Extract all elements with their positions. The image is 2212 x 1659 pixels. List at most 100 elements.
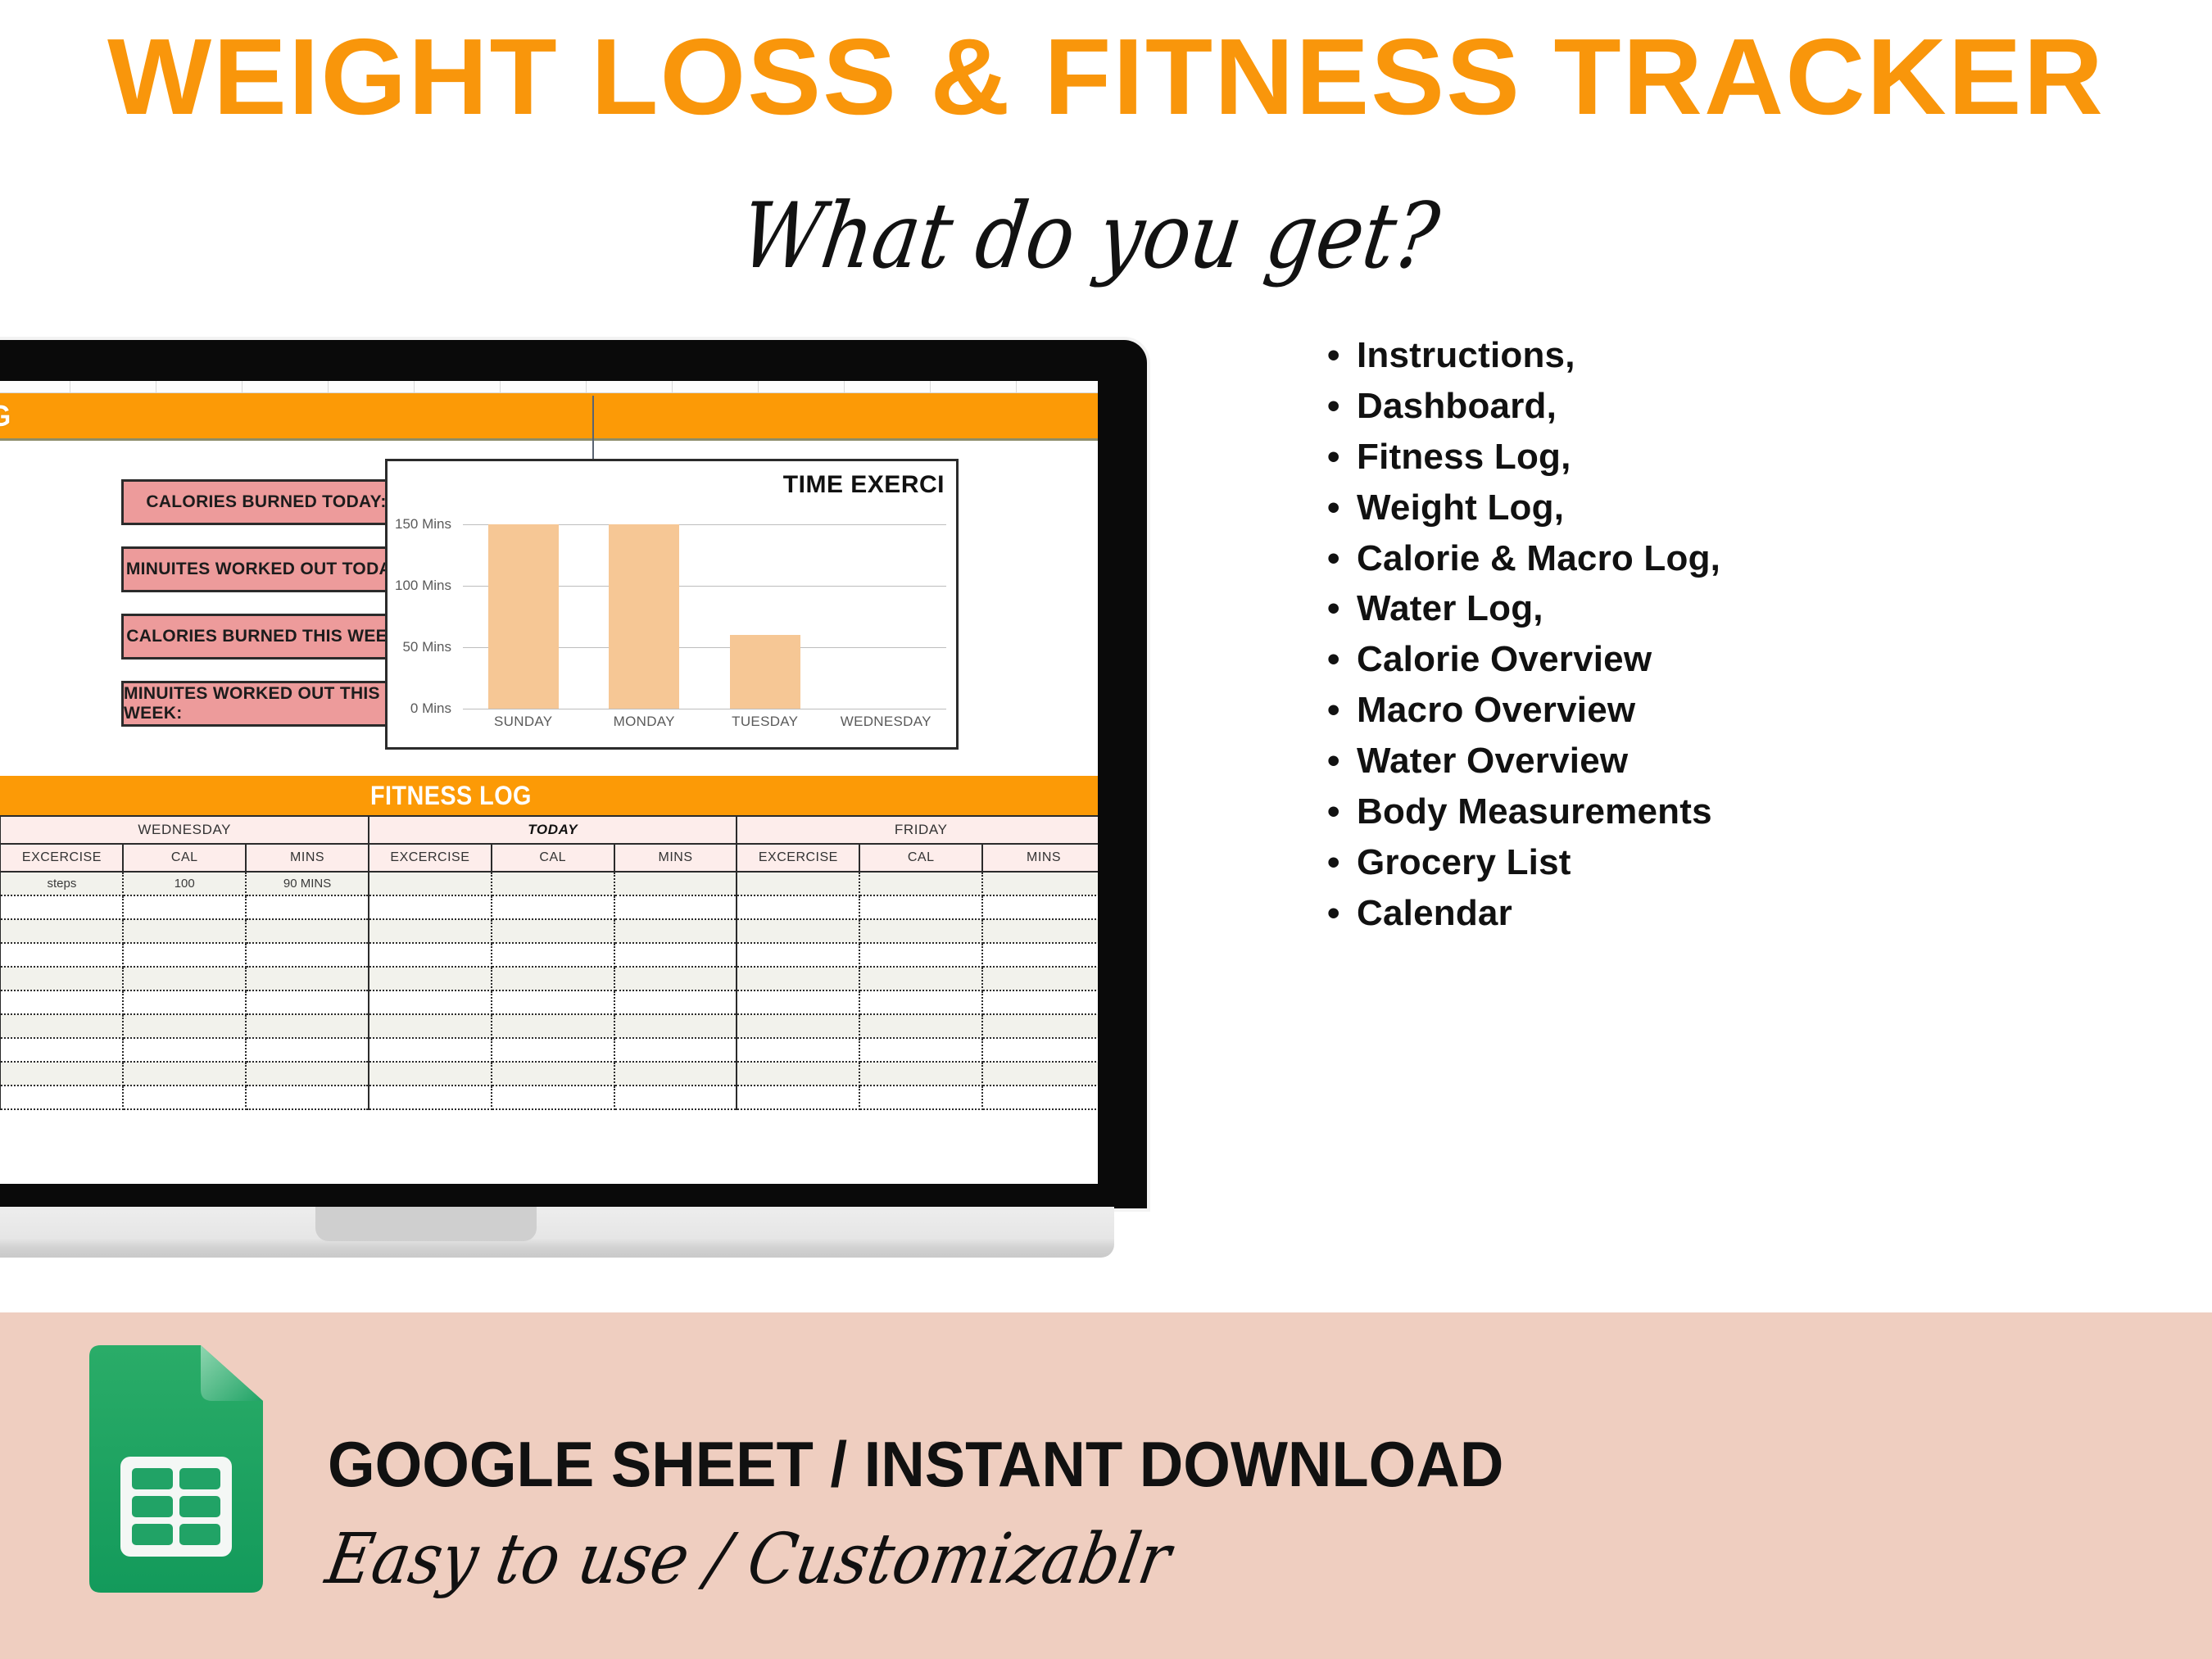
table-cell[interactable] [367,966,492,991]
table-cell[interactable] [367,895,492,920]
table-cell[interactable] [490,942,615,968]
table-cell[interactable] [0,942,125,968]
table-cell[interactable]: 100 [122,871,247,896]
table-cell[interactable] [367,918,492,944]
table-cell[interactable] [613,942,738,968]
table-cell[interactable] [859,942,984,968]
table-cell[interactable] [859,871,984,896]
table-cell[interactable] [367,1037,492,1063]
table-cell[interactable] [981,918,1098,944]
table-cell[interactable] [0,966,125,991]
table-cell[interactable] [0,918,125,944]
table-cell[interactable] [245,918,369,944]
table-row[interactable] [0,1037,1098,1063]
table-cell[interactable] [490,990,615,1015]
table-cell[interactable] [736,918,861,944]
table-row[interactable] [0,942,1098,968]
table-row[interactable] [0,1085,1098,1110]
table-cell[interactable] [613,1013,738,1039]
table-cell[interactable] [613,918,738,944]
table-cell[interactable] [859,1061,984,1086]
table-cell[interactable] [859,918,984,944]
table-cell[interactable] [245,990,369,1015]
table-cell[interactable] [981,895,1098,920]
table-row[interactable] [0,966,1098,991]
table-cell[interactable] [490,966,615,991]
table-cell[interactable] [736,942,861,968]
table-cell[interactable] [981,942,1098,968]
table-cell[interactable] [122,990,247,1015]
table-cell[interactable] [490,1085,615,1110]
table-cell[interactable] [490,1061,615,1086]
table-cell[interactable] [981,990,1098,1015]
table-cell[interactable] [122,895,247,920]
table-cell[interactable] [245,966,369,991]
table-cell[interactable] [245,1061,369,1086]
table-cell[interactable] [981,966,1098,991]
table-row[interactable] [0,1013,1098,1039]
table-cell[interactable]: steps [0,871,125,896]
table-cell[interactable] [122,966,247,991]
table-cell[interactable] [859,1037,984,1063]
table-cell[interactable] [122,1061,247,1086]
table-cell[interactable] [613,895,738,920]
table-cell[interactable] [367,1085,492,1110]
table-cell[interactable] [122,918,247,944]
table-cell[interactable] [367,942,492,968]
table-cell[interactable] [122,1037,247,1063]
table-cell[interactable] [736,966,861,991]
table-cell[interactable] [859,1085,984,1110]
table-cell[interactable] [0,1037,125,1063]
table-cell[interactable] [490,895,615,920]
table-cell[interactable] [736,1085,861,1110]
table-cell[interactable] [981,1061,1098,1086]
table-cell[interactable] [736,1013,861,1039]
table-cell[interactable] [859,966,984,991]
table-cell[interactable] [367,1061,492,1086]
table-cell[interactable] [367,871,492,896]
table-cell[interactable] [613,1085,738,1110]
table-cell[interactable] [122,942,247,968]
table-cell[interactable] [490,1013,615,1039]
table-cell[interactable] [981,1037,1098,1063]
table-cell[interactable] [859,895,984,920]
table-cell[interactable] [122,1013,247,1039]
table-cell[interactable] [0,895,125,920]
table-cell[interactable] [736,1061,861,1086]
table-cell[interactable]: 90 MINS [245,871,369,896]
table-row[interactable]: AQUAGYM60060 Minssteps10090 MINS [0,871,1098,896]
table-row[interactable] [0,1061,1098,1086]
table-cell[interactable] [613,966,738,991]
table-cell[interactable] [981,871,1098,896]
table-row[interactable]: STEPS10060 Mins [0,895,1098,920]
table-cell[interactable] [245,1037,369,1063]
table-cell[interactable] [245,1013,369,1039]
table-cell[interactable] [367,1013,492,1039]
table-cell[interactable] [981,1013,1098,1039]
table-cell[interactable] [613,1037,738,1063]
table-cell[interactable] [736,895,861,920]
table-cell[interactable] [736,1037,861,1063]
table-cell[interactable] [0,1061,125,1086]
fitness-log-table[interactable]: TUESDAYWEDNESDAYTODAYFRIDAY EXCERCISECAL… [0,815,1098,1110]
table-cell[interactable] [122,1085,247,1110]
table-cell[interactable] [736,990,861,1015]
table-cell[interactable] [490,871,615,896]
table-cell[interactable] [613,1061,738,1086]
table-cell[interactable] [490,918,615,944]
table-cell[interactable] [981,1085,1098,1110]
table-cell[interactable] [490,1037,615,1063]
table-cell[interactable] [0,990,125,1015]
table-cell[interactable] [245,942,369,968]
table-cell[interactable] [859,990,984,1015]
table-cell[interactable] [245,1085,369,1110]
table-cell[interactable] [736,871,861,896]
table-cell[interactable] [859,1013,984,1039]
table-cell[interactable] [613,990,738,1015]
table-cell[interactable] [0,1013,125,1039]
table-cell[interactable] [367,990,492,1015]
table-cell[interactable] [0,1085,125,1110]
table-cell[interactable] [613,871,738,896]
table-row[interactable] [0,918,1098,944]
table-cell[interactable] [245,895,369,920]
